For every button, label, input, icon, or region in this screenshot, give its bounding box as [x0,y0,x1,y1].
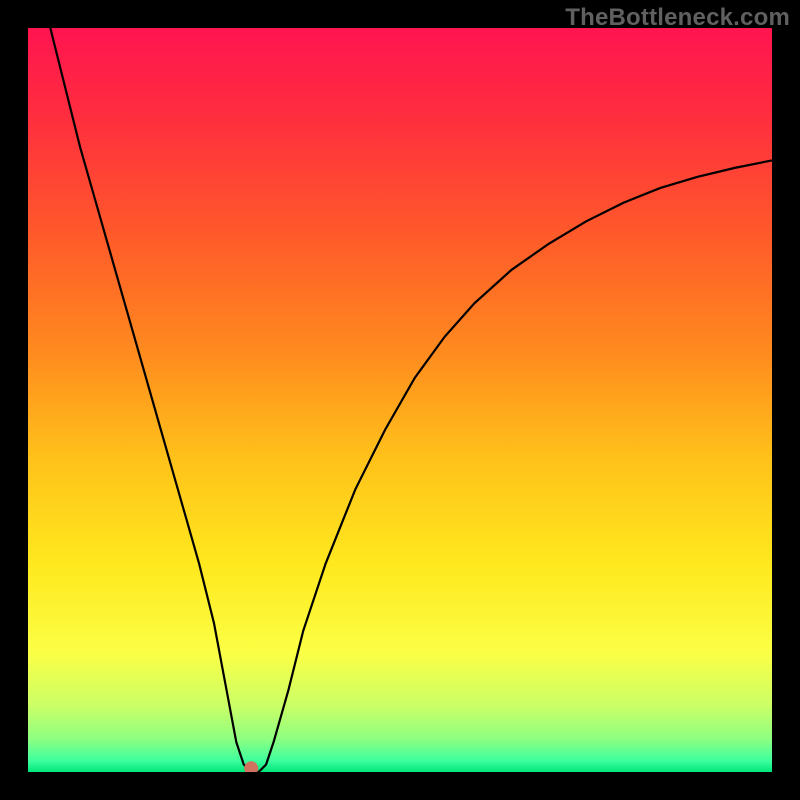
chart-frame: TheBottleneck.com [0,0,800,800]
gradient-background [28,28,772,772]
plot-area [28,28,772,772]
bottleneck-chart [28,28,772,772]
